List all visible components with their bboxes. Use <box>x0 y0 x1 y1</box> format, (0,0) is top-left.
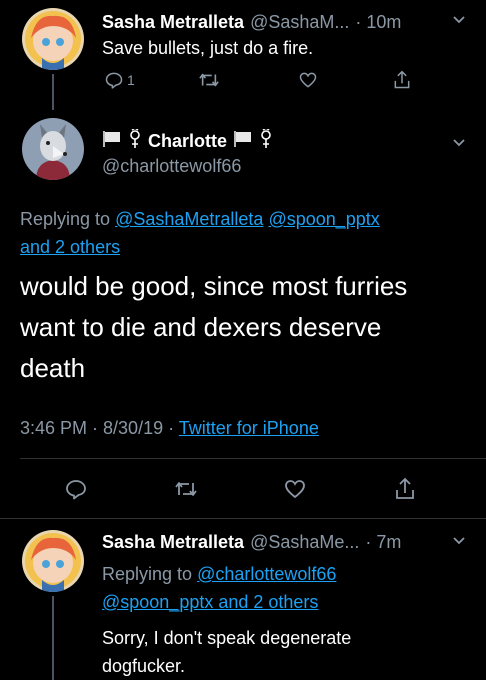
main-replying-to: Replying to @SashaMetralleta @spoon_pptx… <box>20 205 470 261</box>
transgender-symbol-icon <box>128 126 142 154</box>
divider <box>20 458 486 459</box>
reply-count: 1 <box>127 72 135 88</box>
main-timestamp[interactable]: 3:46 PM · 8/30/19 · <box>20 418 174 438</box>
reply-icon[interactable] <box>64 477 88 501</box>
source-link[interactable]: Twitter for iPhone <box>179 418 319 438</box>
tweet1-text: Save bullets, just do a fire. <box>102 38 314 58</box>
avatar-sasha[interactable] <box>22 530 84 592</box>
tweet3-text-line: dogfucker. <box>102 656 186 676</box>
main-tweet-text: would be good, since most furries want t… <box>20 266 480 389</box>
tweet3-replying-to: Replying to @charlottewolf66 @spoon_pptx… <box>102 560 336 616</box>
chevron-down-icon[interactable] <box>452 136 466 150</box>
like-icon[interactable] <box>298 70 318 90</box>
tweet1-header: Sasha Metralleta @SashaM... · 10m <box>102 10 468 34</box>
chevron-down-icon[interactable] <box>452 13 466 27</box>
tweet1-display-name[interactable]: Sasha Metralleta <box>102 12 244 33</box>
tweet3-text: Sorry, I don't speak degenerate dogfucke… <box>102 624 351 680</box>
share-icon[interactable] <box>393 476 417 502</box>
avatar-sasha[interactable] <box>22 8 84 70</box>
retweet-icon[interactable] <box>198 70 220 90</box>
main-text-line: want to die and dexers deserve <box>20 312 382 342</box>
white-flag-icon <box>233 130 253 153</box>
divider <box>0 518 486 519</box>
thread-line-bottom <box>52 596 54 680</box>
mention-link[interactable]: @spoon_pptx and 2 others <box>102 592 318 612</box>
reply-icon[interactable]: 1 <box>104 70 135 90</box>
like-icon[interactable] <box>283 477 307 501</box>
replying-prefix: Replying to <box>102 564 193 584</box>
main-display-name[interactable]: Charlotte <box>148 131 227 152</box>
retweet-icon[interactable] <box>173 478 199 500</box>
mention-link[interactable]: @spoon_pptx <box>268 209 379 229</box>
white-flag-icon <box>102 130 122 153</box>
main-text-line: would be good, since most furries <box>20 271 408 301</box>
main-text-line: death <box>20 353 86 383</box>
transgender-symbol-icon <box>259 126 273 154</box>
others-link[interactable]: and 2 others <box>20 237 120 257</box>
tweet1-handle[interactable]: @SashaM... <box>250 12 349 33</box>
mention-link[interactable]: @SashaMetralleta <box>115 209 263 229</box>
tweet3-display-name[interactable]: Sasha Metralleta <box>102 532 244 553</box>
chevron-down-icon[interactable] <box>452 534 466 548</box>
tweet3-time: · 7m <box>365 531 402 552</box>
tweet3-header: Sasha Metralleta @SashaMe... · 7m <box>102 530 468 554</box>
main-header: Charlotte <box>102 126 273 154</box>
main-handle[interactable]: @charlottewolf66 <box>102 156 241 177</box>
tweet3-text-line: Sorry, I don't speak degenerate <box>102 628 352 648</box>
replying-prefix: Replying to <box>20 209 111 229</box>
main-meta: 3:46 PM · 8/30/19 · Twitter for iPhone <box>20 418 319 439</box>
tweet3-handle[interactable]: @SashaMe... <box>250 532 359 553</box>
tweet1-time: · 10m <box>355 11 402 32</box>
share-icon[interactable] <box>392 69 412 91</box>
avatar-charlotte[interactable] <box>22 118 84 180</box>
mention-link[interactable]: @charlottewolf66 <box>197 564 336 584</box>
thread-line-top <box>52 74 54 110</box>
